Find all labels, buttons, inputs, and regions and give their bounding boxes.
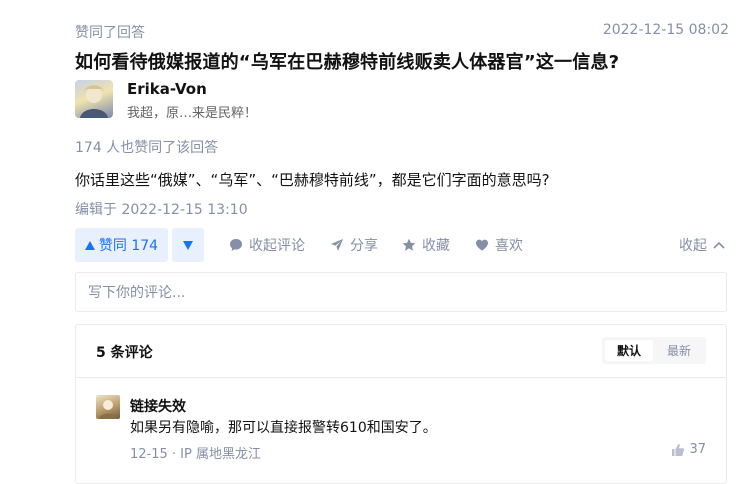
favorite-button[interactable]: 收藏	[402, 228, 450, 262]
like-button[interactable]: 喜欢	[475, 228, 523, 262]
activity-label: 赞同了回答	[75, 25, 145, 41]
comments-count: 5 条评论	[96, 345, 153, 361]
activity-timestamp: 2022-12-15 08:02	[602, 22, 729, 38]
thumbs-up-icon	[672, 443, 685, 456]
share-icon	[331, 239, 343, 251]
comment-meta: 12-15 · IP 属地黑龙江	[130, 447, 261, 462]
triangle-down-icon	[183, 240, 193, 250]
answer-content[interactable]: 你话里这些“俄媒”、“乌军”、“巴赫穆特前线”，都是它们字面的意思吗?	[75, 169, 550, 190]
commenter-avatar[interactable]	[96, 395, 120, 419]
comment-icon	[230, 239, 242, 251]
action-bar: 赞同 174 收起评论 分享 收藏 喜欢 收起	[75, 228, 729, 262]
comment-input[interactable]: 写下你的评论...	[75, 272, 727, 312]
answer-feed-card: 赞同了回答 2022-12-15 08:02 如何看待俄媒报道的“乌军在巴赫穆特…	[0, 0, 751, 484]
upvote-label: 赞同 174	[98, 238, 159, 254]
author-name[interactable]: Erika-Von	[127, 80, 207, 98]
share-label: 分享	[350, 238, 378, 254]
collapse-comments-button[interactable]: 收起评论	[229, 228, 305, 262]
comment-text: 如果另有隐喻，那可以直接报警转610和国安了。	[130, 420, 437, 436]
commenter-name[interactable]: 链接失效	[130, 396, 186, 416]
chevron-up-icon	[713, 241, 725, 249]
star-icon	[402, 238, 416, 251]
triangle-up-icon	[84, 240, 95, 250]
comments-header: 5 条评论 默认 最新	[76, 325, 726, 378]
sort-latest-button[interactable]: 最新	[655, 340, 703, 361]
heart-icon	[476, 239, 488, 251]
sort-switch: 默认 最新	[602, 337, 706, 364]
favorite-label: 收藏	[422, 238, 450, 254]
vote-count-note[interactable]: 174 人也赞同了该回答	[75, 137, 218, 157]
author-avatar[interactable]	[75, 80, 113, 118]
upvote-button[interactable]: 赞同 174	[75, 228, 168, 262]
downvote-button[interactable]	[172, 228, 204, 262]
question-title[interactable]: 如何看待俄媒报道的“乌军在巴赫穆特前线贩卖人体器官”这一信息?	[75, 48, 619, 74]
comment-item: 链接失效 如果另有隐喻，那可以直接报警转610和国安了。 12-15 · IP …	[96, 395, 706, 465]
collapse-comments-label: 收起评论	[249, 238, 305, 254]
collapse-label: 收起	[679, 238, 707, 254]
collapse-button[interactable]: 收起	[679, 228, 725, 262]
like-label: 喜欢	[495, 238, 523, 254]
comments-section: 5 条评论 默认 最新 链接失效 如果另有隐喻，那可以直接报警转610和国安了。…	[75, 324, 727, 484]
activity-meta: 赞同了回答 2022-12-15 08:02	[75, 22, 729, 42]
sort-default-button[interactable]: 默认	[605, 340, 653, 361]
edited-time: 编辑于 2022-12-15 13:10	[75, 202, 248, 218]
share-button[interactable]: 分享	[330, 228, 378, 262]
comment-like-button[interactable]: 37	[671, 442, 706, 457]
comment-like-count: 37	[689, 442, 706, 457]
author-bio: 我超，原…来是民粹！	[127, 106, 258, 121]
